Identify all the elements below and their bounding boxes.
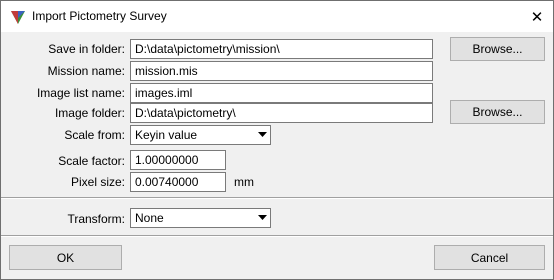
transform-value: None: [135, 211, 164, 225]
mission-name-field[interactable]: mission.mis: [130, 61, 433, 81]
image-folder-label: Image folder:: [54, 106, 125, 120]
separator: [1, 197, 553, 199]
ok-button[interactable]: OK: [9, 245, 122, 270]
scale-from-value: Keyin value: [135, 128, 198, 142]
transform-label: Transform:: [67, 212, 125, 226]
pixel-size-label: Pixel size:: [70, 175, 125, 189]
scale-factor-field[interactable]: 1.00000000: [130, 150, 226, 170]
title-bar: Import Pictometry Survey ✕: [1, 1, 553, 32]
image-list-name-field[interactable]: images.iml: [130, 83, 433, 103]
chevron-down-icon: [254, 126, 270, 144]
scale-factor-label: Scale factor:: [58, 154, 125, 168]
transform-select[interactable]: None: [130, 208, 271, 228]
separator: [1, 235, 553, 237]
scale-from-label: Scale from:: [64, 128, 125, 142]
save-in-folder-field[interactable]: D:\data\pictometry\mission\: [130, 39, 433, 59]
image-list-name-label: Image list name:: [36, 86, 125, 100]
pixel-size-field[interactable]: 0.00740000: [130, 172, 226, 192]
triangle-logo-icon: [11, 11, 25, 24]
import-pictometry-dialog: Import Pictometry Survey ✕ Save in folde…: [0, 0, 554, 280]
pixel-size-unit: mm: [234, 175, 254, 189]
cancel-button[interactable]: Cancel: [434, 245, 545, 270]
close-icon: ✕: [530, 8, 544, 26]
save-folder-browse-button[interactable]: Browse...: [450, 37, 545, 61]
image-folder-field[interactable]: D:\data\pictometry\: [130, 103, 433, 123]
image-folder-browse-button[interactable]: Browse...: [450, 100, 545, 124]
save-in-folder-label: Save in folder:: [48, 42, 125, 56]
mission-name-label: Mission name:: [47, 64, 125, 78]
chevron-down-icon: [254, 209, 270, 227]
close-button[interactable]: ✕: [521, 1, 553, 32]
window-title: Import Pictometry Survey: [32, 9, 167, 23]
scale-from-select[interactable]: Keyin value: [130, 125, 271, 145]
